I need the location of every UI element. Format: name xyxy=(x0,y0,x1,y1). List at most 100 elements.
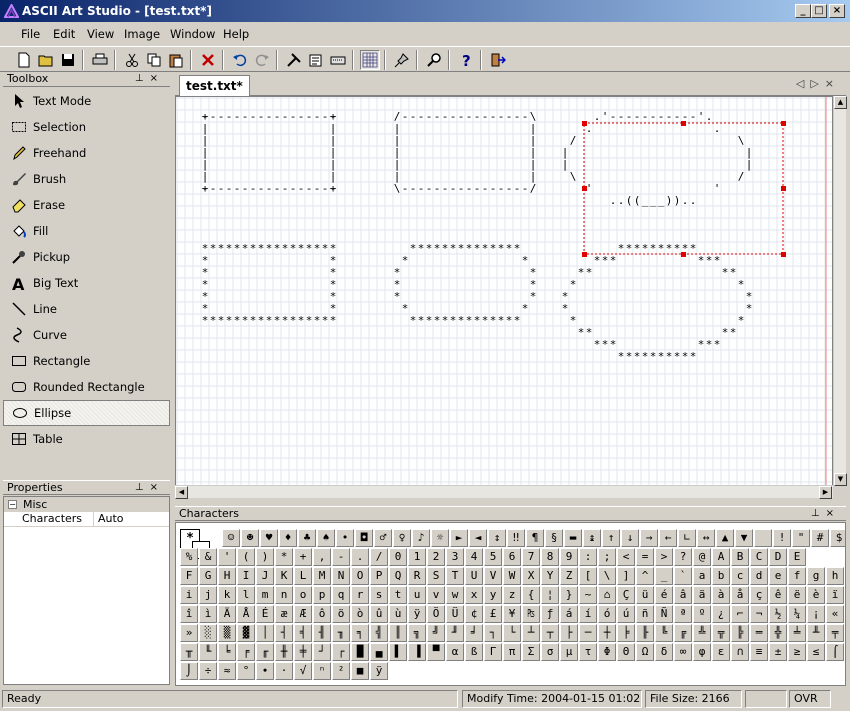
character-cell[interactable]: Ω xyxy=(636,643,654,661)
character-cell[interactable]: æ xyxy=(275,605,293,623)
save-icon[interactable] xyxy=(58,50,78,70)
character-cell[interactable]: Ç xyxy=(617,586,635,604)
character-cell[interactable]: 6 xyxy=(503,548,521,566)
character-cell[interactable]: ╟ xyxy=(636,624,654,642)
character-cell[interactable]: H xyxy=(218,567,236,585)
character-cell[interactable]: s xyxy=(370,586,388,604)
character-cell[interactable]: ╔ xyxy=(674,624,692,642)
character-cell[interactable]: ╙ xyxy=(199,643,217,661)
character-cell[interactable]: ( xyxy=(237,548,255,566)
tool-line[interactable]: Line xyxy=(3,296,170,322)
character-cell[interactable]: ╜ xyxy=(446,624,464,642)
close-icon[interactable]: × xyxy=(150,73,164,84)
character-cell[interactable]: ┘ xyxy=(313,643,331,661)
character-cell[interactable]: < xyxy=(617,548,635,566)
character-cell[interactable]: É xyxy=(256,605,274,623)
character-cell[interactable]: ¼ xyxy=(788,605,806,623)
character-cell[interactable]: ] xyxy=(617,567,635,585)
character-cell[interactable]: Ä xyxy=(218,605,236,623)
character-cell[interactable]: § xyxy=(545,529,563,547)
character-cell[interactable]: a xyxy=(693,567,711,585)
character-cell[interactable]: Z xyxy=(560,567,578,585)
character-cell[interactable]: ñ xyxy=(636,605,654,623)
character-cell[interactable]: R xyxy=(408,567,426,585)
character-cell[interactable]: ¢ xyxy=(465,605,483,623)
pin-icon[interactable]: ⊥ xyxy=(135,482,150,493)
character-cell[interactable]: ε xyxy=(712,643,730,661)
selection-handle[interactable] xyxy=(582,121,587,126)
menu-file[interactable]: File xyxy=(21,27,40,41)
character-cell[interactable]: │ xyxy=(256,624,274,642)
character-cell[interactable]: ½ xyxy=(769,605,787,623)
character-cell[interactable]: 0 xyxy=(389,548,407,566)
character-cell[interactable]: ù xyxy=(389,605,407,623)
maximize-button[interactable]: □ xyxy=(811,4,827,18)
character-cell[interactable]: ♦ xyxy=(279,529,297,547)
character-cell[interactable]: Φ xyxy=(598,643,616,661)
tool-fill[interactable]: Fill xyxy=(3,218,170,244)
character-cell[interactable]: o xyxy=(294,586,312,604)
character-cell[interactable]: ⌠ xyxy=(826,643,844,661)
character-cell[interactable]: Ñ xyxy=(655,605,673,623)
character-cell[interactable]: Y xyxy=(541,567,559,585)
character-cell[interactable]: G xyxy=(199,567,217,585)
character-cell[interactable]: : xyxy=(579,548,597,566)
character-cell[interactable]: C xyxy=(750,548,768,566)
character-cell[interactable]: ¬ xyxy=(750,605,768,623)
property-value[interactable]: Auto xyxy=(94,512,169,527)
character-cell[interactable]: [ xyxy=(579,567,597,585)
character-cell[interactable]: ☻ xyxy=(241,529,259,547)
character-cell[interactable]: û xyxy=(370,605,388,623)
character-cell[interactable]: ▓ xyxy=(237,624,255,642)
character-cell[interactable]: ÷ xyxy=(199,662,217,680)
character-cell[interactable]: ▀ xyxy=(427,643,445,661)
character-cell[interactable]: ─ xyxy=(579,624,597,642)
character-cell[interactable]: ♠ xyxy=(317,529,335,547)
character-cell[interactable]: ≥ xyxy=(788,643,806,661)
property-category[interactable]: − Misc xyxy=(4,497,169,512)
character-cell[interactable]: ö xyxy=(332,605,350,623)
character-cell[interactable]: # xyxy=(811,529,829,547)
copy-icon[interactable] xyxy=(144,50,164,70)
character-cell[interactable]: ó xyxy=(598,605,616,623)
tool-table[interactable]: Table xyxy=(3,426,170,452)
tool-erase[interactable]: Erase xyxy=(3,192,170,218)
character-cell[interactable]: î xyxy=(180,605,198,623)
character-cell[interactable]: ╛ xyxy=(465,624,483,642)
character-cell[interactable]: v xyxy=(427,586,445,604)
character-cell[interactable]: · xyxy=(275,662,293,680)
character-cell[interactable]: ┬ xyxy=(541,624,559,642)
tool-ellipse[interactable]: Ellipse xyxy=(3,400,170,426)
document-tab[interactable]: test.txt* xyxy=(179,75,250,96)
character-cell[interactable]: █ xyxy=(351,643,369,661)
character-cell[interactable]: B xyxy=(731,548,749,566)
tools-icon[interactable] xyxy=(284,50,304,70)
tool-rounded-rectangle[interactable]: Rounded Rectangle xyxy=(3,374,170,400)
character-cell[interactable]: K xyxy=(275,567,293,585)
minimize-button[interactable]: _ xyxy=(795,4,811,18)
character-cell[interactable]: / xyxy=(370,548,388,566)
character-cell[interactable]: ╧ xyxy=(788,624,806,642)
find-icon[interactable] xyxy=(424,50,444,70)
selection-handle[interactable] xyxy=(582,252,587,257)
character-cell[interactable]: ╢ xyxy=(313,624,331,642)
scroll-left-icon[interactable]: ◀ xyxy=(175,486,188,499)
character-cell[interactable]: U xyxy=(465,567,483,585)
ascii-canvas[interactable]: ----------------------------------++++||… xyxy=(176,97,833,486)
character-cell[interactable]: g xyxy=(807,567,825,585)
character-cell[interactable]: à xyxy=(712,586,730,604)
exit-icon[interactable] xyxy=(488,50,508,70)
character-cell[interactable]: ~ xyxy=(579,586,597,604)
character-cell[interactable]: ▲ xyxy=(716,529,734,547)
character-cell[interactable]: 5 xyxy=(484,548,502,566)
character-cell[interactable]: ∙ xyxy=(256,662,274,680)
character-cell[interactable]: ☼ xyxy=(431,529,449,547)
character-cell[interactable]: ÿ xyxy=(370,662,388,680)
character-cell[interactable]: ☺ xyxy=(222,529,240,547)
tab-left-icon[interactable]: ◁ xyxy=(796,77,810,90)
character-cell[interactable]: σ xyxy=(541,643,559,661)
character-cell[interactable]: ↕ xyxy=(488,529,506,547)
character-cell[interactable]: ° xyxy=(237,662,255,680)
character-cell[interactable]: f xyxy=(788,567,806,585)
character-cell[interactable]: ' xyxy=(218,548,236,566)
